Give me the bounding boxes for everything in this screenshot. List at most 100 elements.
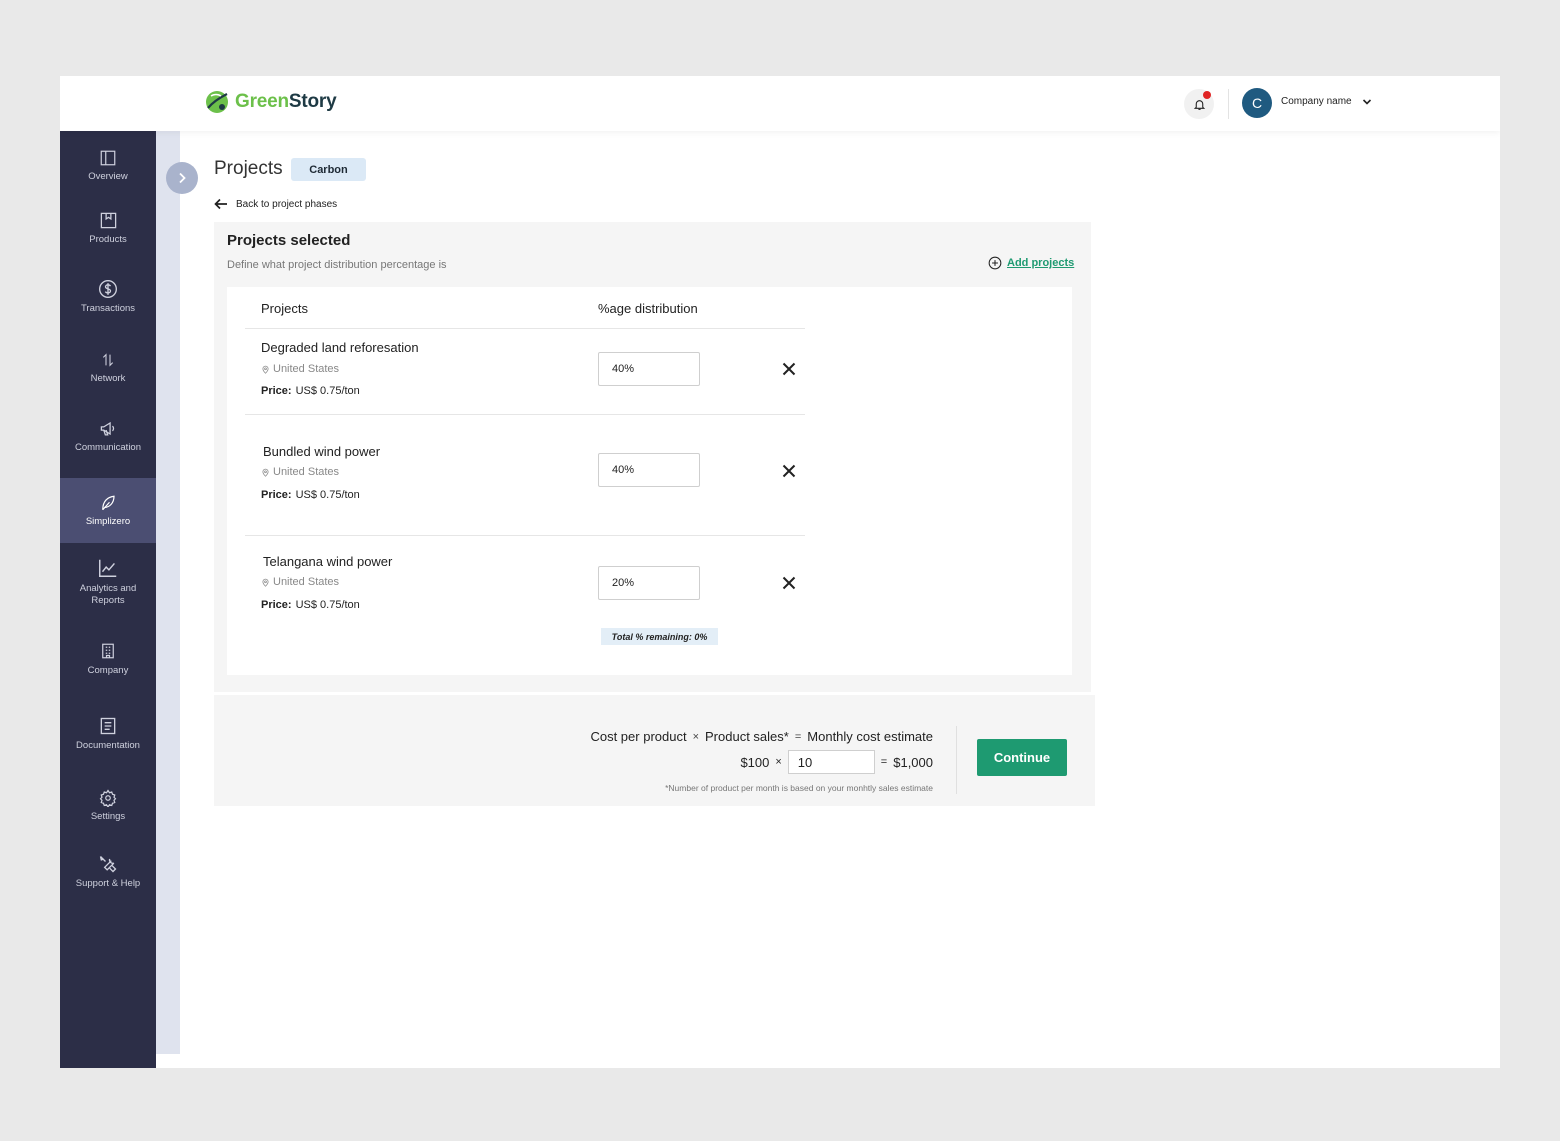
distribution-input[interactable]: 40% — [598, 352, 700, 386]
times-operator: × — [775, 756, 782, 768]
sidebar-item-overview[interactable]: Overview — [60, 149, 156, 183]
equals-operator: = — [880, 756, 888, 768]
project-location-text: United States — [273, 466, 340, 478]
chevron-right-icon — [179, 172, 186, 184]
chevron-down-icon[interactable] — [1362, 98, 1372, 106]
remove-project-button[interactable] — [780, 462, 798, 480]
back-link-label: Back to project phases — [236, 198, 338, 210]
tools-icon — [99, 856, 117, 873]
sidebar-item-label: Settings — [90, 811, 126, 822]
sidebar-item-company[interactable]: Company — [60, 641, 156, 677]
leaf-icon — [102, 495, 115, 511]
cost-formula: Cost per product × Product sales* = Mont… — [590, 729, 933, 744]
document-icon — [100, 717, 116, 735]
building-icon — [102, 643, 114, 659]
table-divider — [245, 414, 805, 415]
sidebar-item-label: Company — [87, 665, 129, 676]
distribution-input[interactable]: 40% — [598, 453, 700, 487]
bell-icon — [1193, 99, 1205, 110]
location-pin-icon — [262, 468, 269, 477]
product-sales-label: Product sales* — [705, 729, 789, 744]
layout-panel-icon — [100, 150, 116, 166]
sidebar-item-communication[interactable]: Communication — [60, 419, 156, 454]
close-icon — [782, 464, 796, 478]
logo-text-story: Story — [288, 91, 337, 112]
project-location-text: United States — [273, 363, 340, 375]
price-value: US$ 0.75/ton — [295, 489, 360, 501]
project-location: United States — [261, 466, 339, 478]
avatar[interactable]: C — [1242, 88, 1272, 118]
sidebar-item-products[interactable]: Products — [60, 211, 156, 246]
cost-per-product-label: Cost per product — [590, 729, 687, 744]
sidebar-expand-button[interactable] — [166, 162, 198, 194]
sidebar-item-settings[interactable]: Settings — [60, 789, 156, 823]
sidebar-item-label: Simplizero — [85, 516, 131, 527]
add-projects-link[interactable]: Add projects — [988, 256, 1074, 270]
sidebar-item-label: Communication — [75, 442, 141, 453]
plus-circle-icon — [988, 256, 1002, 270]
project-price: Price: US$ 0.75/ton — [261, 385, 360, 397]
project-location: United States — [261, 363, 339, 375]
cost-estimate-bar: Cost per product × Product sales* = Mont… — [214, 695, 1095, 806]
sidebar-item-simplizero[interactable]: Simplizero — [60, 478, 156, 543]
column-header-distribution: %age distribution — [598, 301, 698, 316]
distribution-input[interactable]: 20% — [598, 566, 700, 600]
continue-button[interactable]: Continue — [977, 739, 1067, 776]
sidebar-item-documentation[interactable]: Documentation — [60, 716, 156, 752]
sidebar-item-transactions[interactable]: Transactions — [60, 279, 156, 315]
project-location-text: United States — [273, 576, 340, 588]
sidebar-item-support[interactable]: Support & Help — [60, 854, 156, 890]
project-name: Bundled wind power — [263, 444, 381, 459]
column-header-projects: Projects — [261, 301, 308, 316]
location-pin-icon — [262, 578, 269, 587]
equals-operator: = — [794, 730, 802, 743]
megaphone-icon — [100, 421, 114, 436]
cost-calculation: $100 × 10 = $1,000 — [740, 750, 933, 774]
times-operator: × — [692, 730, 700, 743]
notification-button[interactable] — [1184, 89, 1214, 119]
project-name: Degraded land reforesation — [261, 340, 419, 355]
location-pin-icon — [262, 365, 269, 374]
sidebar: Overview Products Transactions Network C… — [60, 131, 156, 1068]
total-remaining-badge: Total % remaining: 0% — [601, 628, 718, 645]
price-label: Price: — [261, 599, 292, 611]
arrows-up-down-icon — [102, 353, 114, 367]
cost-divider — [956, 726, 957, 794]
project-price: Price: US$ 0.75/ton — [261, 489, 360, 501]
page-title: Projects — [214, 158, 283, 179]
price-label: Price: — [261, 385, 292, 397]
cost-per-product-value: $100 — [740, 754, 770, 770]
price-label: Price: — [261, 489, 292, 501]
price-value: US$ 0.75/ton — [295, 599, 360, 611]
table-divider — [245, 535, 805, 536]
sidebar-item-analytics[interactable]: Analytics and Reports — [60, 557, 156, 607]
table-divider — [245, 328, 805, 329]
sidebar-item-label: Overview — [88, 171, 128, 182]
projects-table: Projects %age distribution Degraded land… — [227, 287, 1072, 675]
bookmark-box-icon — [100, 212, 116, 229]
sidebar-item-label: Network — [90, 373, 126, 384]
card-subtitle: Define what project distribution percent… — [227, 259, 447, 271]
remove-project-button[interactable] — [780, 360, 798, 378]
close-icon — [782, 362, 796, 376]
sidebar-item-network[interactable]: Network — [60, 351, 156, 385]
sidebar-item-label: Documentation — [76, 740, 140, 751]
back-link[interactable]: Back to project phases — [214, 198, 337, 210]
sidebar-item-label: Transactions — [80, 303, 136, 314]
product-sales-input[interactable]: 10 — [787, 750, 875, 774]
projects-selected-card: Projects selected Define what project di… — [214, 222, 1091, 692]
top-header: GreenStory C Company name — [60, 76, 1500, 131]
close-icon — [782, 576, 796, 590]
app-window: GreenStory C Company name Overview Produ… — [60, 76, 1500, 1068]
project-name: Telangana wind power — [263, 554, 393, 569]
sidebar-item-label: Analytics and Reports — [79, 583, 137, 606]
monthly-estimate-value: $1,000 — [893, 754, 933, 770]
card-title: Projects selected — [227, 232, 351, 249]
project-location: United States — [261, 576, 339, 588]
greenstory-logo[interactable]: GreenStory — [203, 88, 337, 116]
category-badge: Carbon — [291, 158, 366, 181]
remove-project-button[interactable] — [780, 574, 798, 592]
company-name[interactable]: Company name — [1281, 96, 1352, 107]
leaf-globe-logo-icon — [206, 91, 228, 113]
line-chart-icon — [99, 559, 117, 577]
